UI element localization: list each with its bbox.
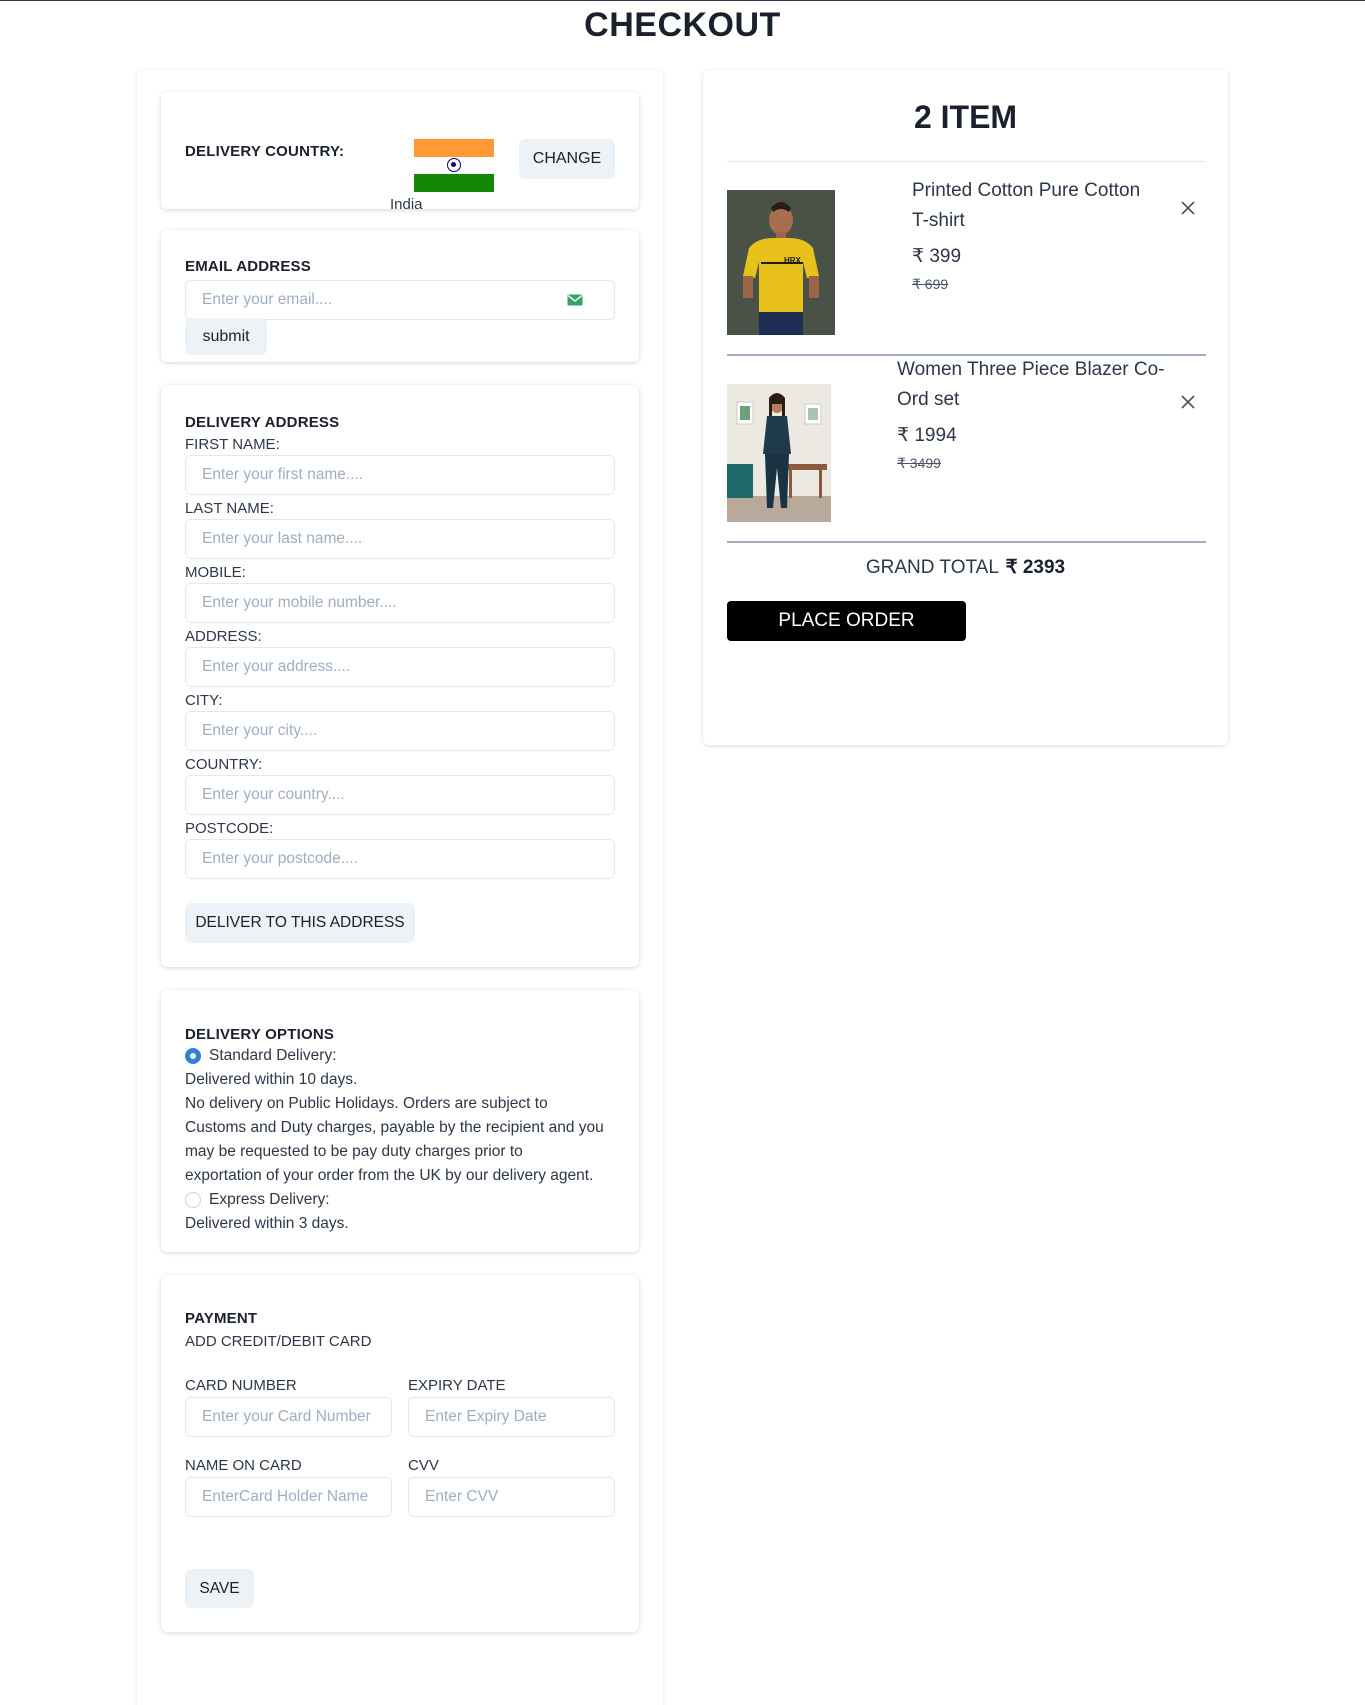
deliver-to-address-button[interactable]: DELIVER TO THIS ADDRESS	[185, 903, 415, 943]
payment-heading: PAYMENT	[185, 1310, 258, 1327]
country-name: India	[390, 196, 423, 213]
card-number-label: CARD NUMBER	[185, 1377, 297, 1394]
mobile-label: MOBILE:	[185, 564, 246, 581]
card-number-input[interactable]	[185, 1397, 392, 1437]
city-input[interactable]	[185, 711, 615, 751]
delivery-note-line: exportation of your order from the UK by…	[185, 1167, 594, 1184]
order-summary-panel: 2 ITEM HRX Printed Cotton Pure Cotton T-…	[703, 70, 1228, 745]
grand-total-label: GRAND TOTAL	[865, 557, 999, 578]
page-title: CHECKOUT	[584, 6, 781, 44]
grand-total-value: ₹ 2393	[1005, 557, 1066, 578]
product-image-blazer	[727, 384, 831, 522]
delivery-options-card: DELIVERY OPTIONS Standard Delivery: Deli…	[161, 990, 639, 1252]
expiry-date-label: EXPIRY DATE	[408, 1377, 506, 1394]
name-on-card-input[interactable]	[185, 1477, 392, 1517]
express-delivery-label: Express Delivery:	[209, 1191, 330, 1208]
cvv-label: CVV	[408, 1457, 439, 1474]
product-original-price: ₹ 3499	[897, 455, 941, 471]
postcode-input[interactable]	[185, 839, 615, 879]
last-name-input[interactable]	[185, 519, 615, 559]
delivery-country-card: DELIVERY COUNTRY: India CHANGE	[161, 92, 639, 213]
place-order-button[interactable]: PLACE ORDER	[727, 601, 966, 641]
delivery-note-line: may be requested to be pay duty charges …	[185, 1143, 523, 1160]
envelope-icon	[567, 294, 583, 306]
first-name-input[interactable]	[185, 455, 615, 495]
email-submit-button[interactable]: submit	[185, 318, 267, 355]
delivery-note-line: Customs and Duty charges, payable by the…	[185, 1119, 604, 1136]
close-icon[interactable]	[1181, 201, 1195, 215]
address-input[interactable]	[185, 647, 615, 687]
mobile-input[interactable]	[185, 583, 615, 623]
product-name-line: Women Three Piece Blazer Co-	[897, 359, 1165, 380]
product-original-price: ₹ 699	[912, 276, 949, 292]
standard-delivery-radio[interactable]	[185, 1048, 201, 1064]
cvv-input[interactable]	[408, 1477, 615, 1517]
country-label: COUNTRY:	[185, 756, 263, 773]
checkout-form-panel: DELIVERY COUNTRY: India CHANGE EMAIL ADD…	[137, 70, 663, 1705]
email-heading: EMAIL ADDRESS	[185, 258, 311, 275]
delivery-options-heading: DELIVERY OPTIONS	[185, 1026, 335, 1043]
email-input[interactable]	[185, 280, 615, 320]
last-name-label: LAST NAME:	[185, 500, 274, 517]
postcode-label: POSTCODE:	[185, 820, 274, 837]
shirt-print-text: HRX	[784, 256, 802, 265]
cart-item-count: 2 ITEM	[913, 99, 1018, 135]
product-price: ₹ 399	[912, 246, 962, 267]
first-name-label: FIRST NAME:	[185, 436, 280, 453]
delivery-country-label: DELIVERY COUNTRY:	[185, 143, 345, 160]
product-image-tshirt: HRX	[727, 190, 835, 335]
product-name-line: Printed Cotton Pure Cotton	[912, 180, 1141, 201]
close-icon[interactable]	[1181, 395, 1195, 409]
express-delivery-detail: Delivered within 3 days.	[185, 1215, 349, 1232]
express-delivery-radio[interactable]	[185, 1192, 201, 1208]
name-on-card-label: NAME ON CARD	[185, 1457, 302, 1474]
country-input[interactable]	[185, 775, 615, 815]
standard-delivery-detail: Delivered within 10 days.	[185, 1071, 358, 1088]
product-name-line: Ord set	[897, 389, 960, 410]
standard-delivery-label: Standard Delivery:	[209, 1047, 337, 1064]
divider	[727, 541, 1206, 543]
product-name-line: T-shirt	[912, 210, 965, 231]
change-country-button[interactable]: CHANGE	[519, 139, 615, 179]
delivery-address-heading: DELIVERY ADDRESS	[185, 414, 340, 431]
email-card: EMAIL ADDRESS submit	[161, 230, 639, 362]
address-label: ADDRESS:	[185, 628, 262, 645]
top-border	[0, 0, 1365, 1]
grand-total: GRAND TOTAL ₹ 2393	[703, 556, 1228, 579]
divider	[727, 161, 1206, 162]
save-card-button[interactable]: SAVE	[185, 1569, 254, 1608]
payment-subheading: ADD CREDIT/DEBIT CARD	[185, 1333, 372, 1350]
city-label: CITY:	[185, 692, 223, 709]
payment-card: PAYMENT ADD CREDIT/DEBIT CARD CARD NUMBE…	[161, 1275, 639, 1632]
delivery-note-line: No delivery on Public Holidays. Orders a…	[185, 1095, 548, 1112]
expiry-date-input[interactable]	[408, 1397, 615, 1437]
india-flag-icon	[414, 139, 494, 192]
delivery-address-card: DELIVERY ADDRESS FIRST NAME: LAST NAME: …	[161, 385, 639, 967]
product-price: ₹ 1994	[897, 425, 957, 446]
